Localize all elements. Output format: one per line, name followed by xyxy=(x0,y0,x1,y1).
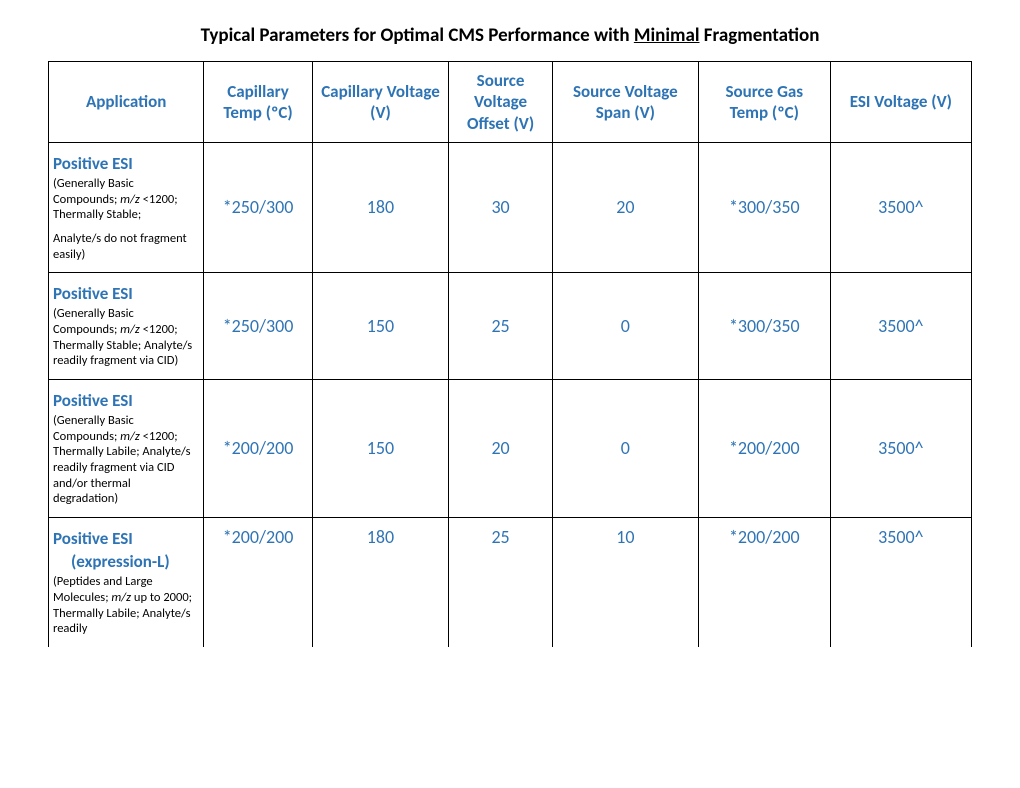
app-name: Positive ESI xyxy=(53,390,195,411)
src-v-span: 0 xyxy=(552,273,698,380)
table-row: Positive ESI (expression-L) (Peptides an… xyxy=(49,517,972,647)
src-v-off: 25 xyxy=(449,517,553,647)
col-src-v-span: Source Voltage Span (V) xyxy=(552,62,698,143)
cap-temp: *250/300 xyxy=(204,273,312,380)
cap-volt: 150 xyxy=(312,379,449,517)
page-title: Typical Parameters for Optimal CMS Perfo… xyxy=(48,24,972,47)
col-esi-v: ESI Voltage (V) xyxy=(830,62,971,143)
cap-temp: *200/200 xyxy=(204,517,312,647)
src-v-span: 20 xyxy=(552,142,698,272)
app-desc: (Peptides and Large Molecules; m/z up to… xyxy=(53,574,195,637)
app-desc: (Generally Basic Compounds; m/z <1200; T… xyxy=(53,306,195,369)
col-cap-volt: Capillary Voltage (V) xyxy=(312,62,449,143)
app-name: Positive ESI xyxy=(53,283,195,304)
col-application: Application xyxy=(49,62,204,143)
app-name: Positive ESI xyxy=(53,153,195,174)
cap-volt: 180 xyxy=(312,142,449,272)
table-row: Positive ESI (Generally Basic Compounds;… xyxy=(49,273,972,380)
title-underline: Minimal xyxy=(634,24,700,47)
cap-volt: 150 xyxy=(312,273,449,380)
table-row: Positive ESI (Generally Basic Compounds;… xyxy=(49,379,972,517)
cap-temp: *200/200 xyxy=(204,379,312,517)
src-gas-temp: *200/200 xyxy=(698,517,830,647)
app-sub: (expression-L) xyxy=(53,551,195,572)
cap-volt: 180 xyxy=(312,517,449,647)
app-cell: Positive ESI (Generally Basic Compounds;… xyxy=(49,379,204,517)
app-cell: Positive ESI (Generally Basic Compounds;… xyxy=(49,273,204,380)
col-src-v-off: Source Voltage Offset (V) xyxy=(449,62,553,143)
col-src-gas-temp: Source Gas Temp (ºC) xyxy=(698,62,830,143)
title-post: Fragmentation xyxy=(700,24,820,47)
esi-v: 3500^ xyxy=(830,273,971,380)
app-cell: Positive ESI (expression-L) (Peptides an… xyxy=(49,517,204,647)
col-cap-temp: Capillary Temp (ºC) xyxy=(204,62,312,143)
src-v-span: 0 xyxy=(552,379,698,517)
src-gas-temp: *300/350 xyxy=(698,142,830,272)
esi-v: 3500^ xyxy=(830,517,971,647)
parameters-table: Application Capillary Temp (ºC) Capillar… xyxy=(48,61,972,647)
src-v-off: 30 xyxy=(449,142,553,272)
src-gas-temp: *200/200 xyxy=(698,379,830,517)
table-row: Positive ESI (Generally Basic Compounds;… xyxy=(49,142,972,272)
src-v-span: 10 xyxy=(552,517,698,647)
app-desc: (Generally Basic Compounds; m/z <1200; T… xyxy=(53,176,195,262)
app-name: Positive ESI xyxy=(53,528,195,549)
app-desc: (Generally Basic Compounds; m/z <1200; T… xyxy=(53,413,195,507)
table-header-row: Application Capillary Temp (ºC) Capillar… xyxy=(49,62,972,143)
title-pre: Typical Parameters for Optimal CMS Perfo… xyxy=(201,24,634,47)
src-v-off: 20 xyxy=(449,379,553,517)
src-gas-temp: *300/350 xyxy=(698,273,830,380)
esi-v: 3500^ xyxy=(830,379,971,517)
cap-temp: *250/300 xyxy=(204,142,312,272)
app-cell: Positive ESI (Generally Basic Compounds;… xyxy=(49,142,204,272)
src-v-off: 25 xyxy=(449,273,553,380)
esi-v: 3500^ xyxy=(830,142,971,272)
